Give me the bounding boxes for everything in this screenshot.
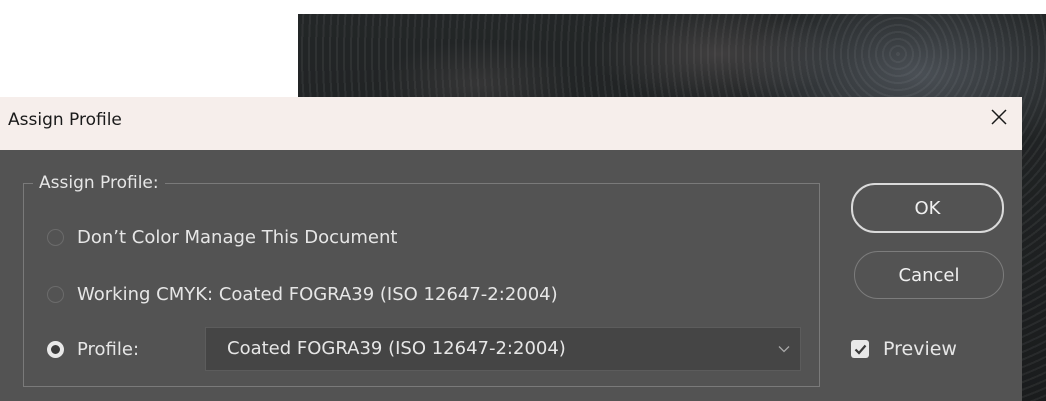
radio-dont-color-manage[interactable]: Don’t Color Manage This Document xyxy=(47,227,397,248)
preview-checkbox-row[interactable]: Preview xyxy=(851,338,957,360)
profile-select[interactable]: Coated FOGRA39 (ISO 12647-2:2004) xyxy=(205,327,801,371)
preview-checkbox[interactable] xyxy=(851,340,869,358)
close-button[interactable] xyxy=(976,97,1022,137)
radio-profile[interactable]: Profile: xyxy=(47,339,139,360)
radio-label: Don’t Color Manage This Document xyxy=(77,227,398,248)
chevron-down-icon xyxy=(778,328,790,370)
dialog-titlebar: Assign Profile xyxy=(0,97,1022,150)
profile-select-value: Coated FOGRA39 (ISO 12647-2:2004) xyxy=(227,338,566,359)
radio-label: Working CMYK: Coated FOGRA39 (ISO 12647-… xyxy=(77,284,558,305)
radio-button[interactable] xyxy=(47,286,64,303)
checkmark-icon xyxy=(854,344,866,355)
radio-label: Profile: xyxy=(77,339,140,360)
ok-button[interactable]: OK xyxy=(851,183,1004,233)
radio-working-cmyk[interactable]: Working CMYK: Coated FOGRA39 (ISO 12647-… xyxy=(47,284,558,305)
radio-button-selected[interactable] xyxy=(47,341,64,358)
radio-button[interactable] xyxy=(47,229,64,246)
cancel-button[interactable]: Cancel xyxy=(854,251,1004,299)
preview-label: Preview xyxy=(883,338,957,360)
dialog-title: Assign Profile xyxy=(8,110,122,130)
group-label: Assign Profile: xyxy=(33,173,165,193)
assign-profile-dialog: Assign Profile Assign Profile: Don’t Col… xyxy=(0,97,1022,401)
close-icon xyxy=(991,109,1007,125)
